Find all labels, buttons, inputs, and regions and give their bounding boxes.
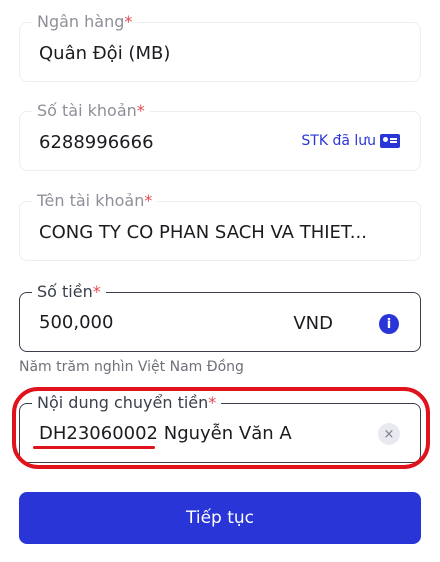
account-name-label: Tên tài khoản* — [32, 192, 158, 210]
saved-accounts-label: STK đã lưu — [301, 133, 376, 149]
saved-accounts-link[interactable]: STK đã lưu — [301, 133, 400, 149]
bank-field[interactable]: Ngân hàng* Quân Đội (MB) — [19, 13, 421, 82]
amount-value: 500,000 — [39, 312, 114, 333]
info-icon[interactable]: i — [379, 314, 399, 334]
account-number-label: Số tài khoản* — [32, 102, 150, 120]
annotation-highlight-circle — [12, 387, 430, 469]
currency-label: VND — [293, 313, 333, 334]
account-number-field[interactable]: Số tài khoản* 6288996666 STK đã lưu — [19, 102, 421, 171]
contact-card-icon — [380, 134, 400, 148]
bank-label: Ngân hàng* — [32, 13, 138, 31]
account-number-value: 6288996666 — [39, 132, 154, 153]
amount-field[interactable]: Số tiền* 500,000 VND i — [19, 283, 421, 352]
bank-value: Quân Đội (MB) — [39, 43, 171, 64]
amount-in-words: Năm trăm nghìn Việt Nam Đồng — [19, 359, 244, 375]
annotation-underline — [33, 446, 155, 449]
continue-button[interactable]: Tiếp tục — [19, 492, 421, 544]
amount-label: Số tiền* — [32, 283, 106, 301]
account-name-value: CONG TY CO PHAN SACH VA THIET... — [39, 222, 367, 243]
account-name-field[interactable]: Tên tài khoản* CONG TY CO PHAN SACH VA T… — [19, 192, 421, 261]
